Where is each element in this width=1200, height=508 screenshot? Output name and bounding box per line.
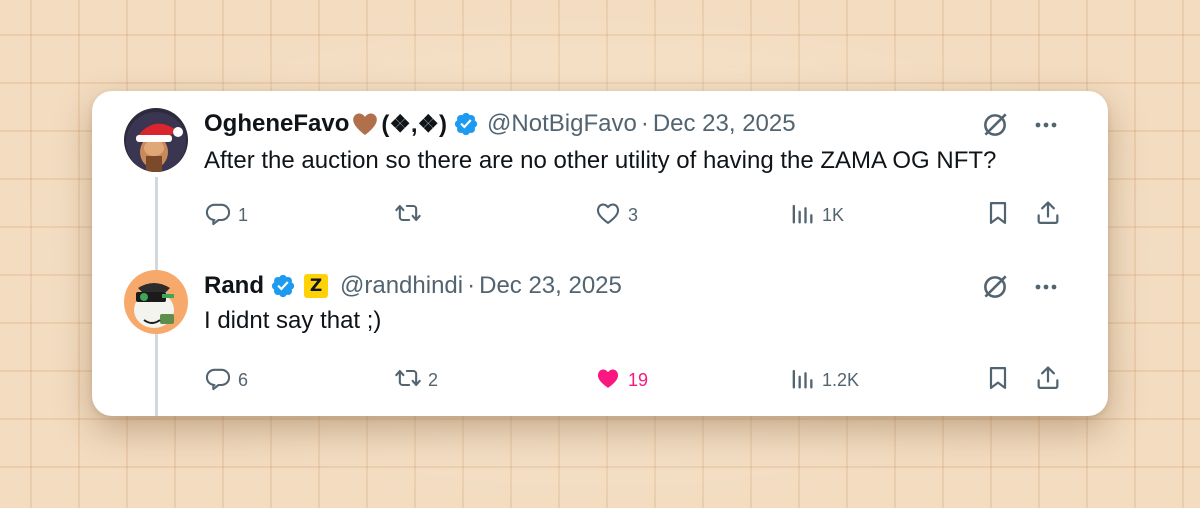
tweet-text: I didnt say that ;) [204, 307, 382, 334]
name-suffix: (❖,❖) [381, 110, 448, 138]
like-count: 3 [628, 205, 639, 225]
like-icon [594, 364, 622, 397]
timestamp[interactable]: Dec 23, 2025 [653, 110, 796, 138]
bookmark-button[interactable] [984, 199, 1012, 232]
brown-heart-emoji [351, 111, 379, 137]
affiliate-badge[interactable]: Z [304, 274, 328, 298]
reply-button[interactable]: 6 [204, 364, 248, 397]
tweet[interactable]: OgheneFavo (❖,❖) @NotBigFavo · Dec 23, 2… [92, 91, 1108, 251]
views-icon [788, 364, 816, 397]
verified-badge-icon [270, 273, 296, 299]
tweet-top-actions [980, 110, 1060, 145]
grok-icon[interactable] [980, 272, 1010, 307]
avatar[interactable] [124, 108, 188, 172]
tweet-header: Rand Z @randhindi · Dec 23, 2025 [204, 270, 622, 302]
retweet-button[interactable]: 2 [394, 364, 438, 397]
views-button[interactable]: 1K [788, 199, 844, 232]
tweet-thread-card: OgheneFavo (❖,❖) @NotBigFavo · Dec 23, 2… [92, 91, 1108, 416]
like-button[interactable]: 3 [594, 199, 638, 232]
timestamp[interactable]: Dec 23, 2025 [479, 272, 622, 300]
share-button[interactable] [1034, 199, 1062, 232]
handle[interactable]: @NotBigFavo [487, 110, 637, 138]
grok-icon[interactable] [980, 110, 1010, 145]
tweet-actions: 6 2 19 1.2K [92, 364, 1108, 396]
bookmark-icon [984, 199, 1012, 232]
views-icon [788, 199, 816, 232]
views-button[interactable]: 1.2K [788, 364, 859, 397]
reply-icon [204, 364, 232, 397]
tweet-header: OgheneFavo (❖,❖) @NotBigFavo · Dec 23, 2… [204, 108, 796, 140]
tweet-actions: 1 3 1K [92, 199, 1108, 231]
bookmark-icon [984, 364, 1012, 397]
like-count: 19 [628, 370, 649, 390]
retweet-button[interactable] [394, 199, 428, 232]
display-name[interactable]: Rand [204, 272, 264, 300]
handle[interactable]: @randhindi [340, 272, 463, 300]
share-icon [1034, 364, 1062, 397]
tweet-text: After the auction so there are no other … [204, 147, 997, 174]
reply-button[interactable]: 1 [204, 199, 248, 232]
reply-icon [204, 199, 232, 232]
retweet-count: 2 [428, 370, 439, 390]
tweet[interactable]: Rand Z @randhindi · Dec 23, 2025 I didnt… [92, 256, 1108, 416]
more-icon[interactable] [1032, 111, 1060, 144]
retweet-icon [394, 364, 422, 397]
views-count: 1.2K [822, 370, 860, 390]
views-count: 1K [822, 205, 845, 225]
retweet-icon [394, 199, 422, 232]
share-button[interactable] [1034, 364, 1062, 397]
reply-count: 6 [238, 370, 249, 390]
more-icon[interactable] [1032, 273, 1060, 306]
display-name[interactable]: OgheneFavo [204, 110, 349, 138]
separator: · [640, 110, 649, 137]
reply-count: 1 [238, 205, 249, 225]
separator: · [467, 272, 476, 299]
bookmark-button[interactable] [984, 364, 1012, 397]
share-icon [1034, 199, 1062, 232]
avatar[interactable] [124, 270, 188, 334]
like-button[interactable]: 19 [594, 364, 648, 397]
tweet-top-actions [980, 272, 1060, 307]
verified-badge-icon [453, 111, 479, 137]
like-icon [594, 199, 622, 232]
